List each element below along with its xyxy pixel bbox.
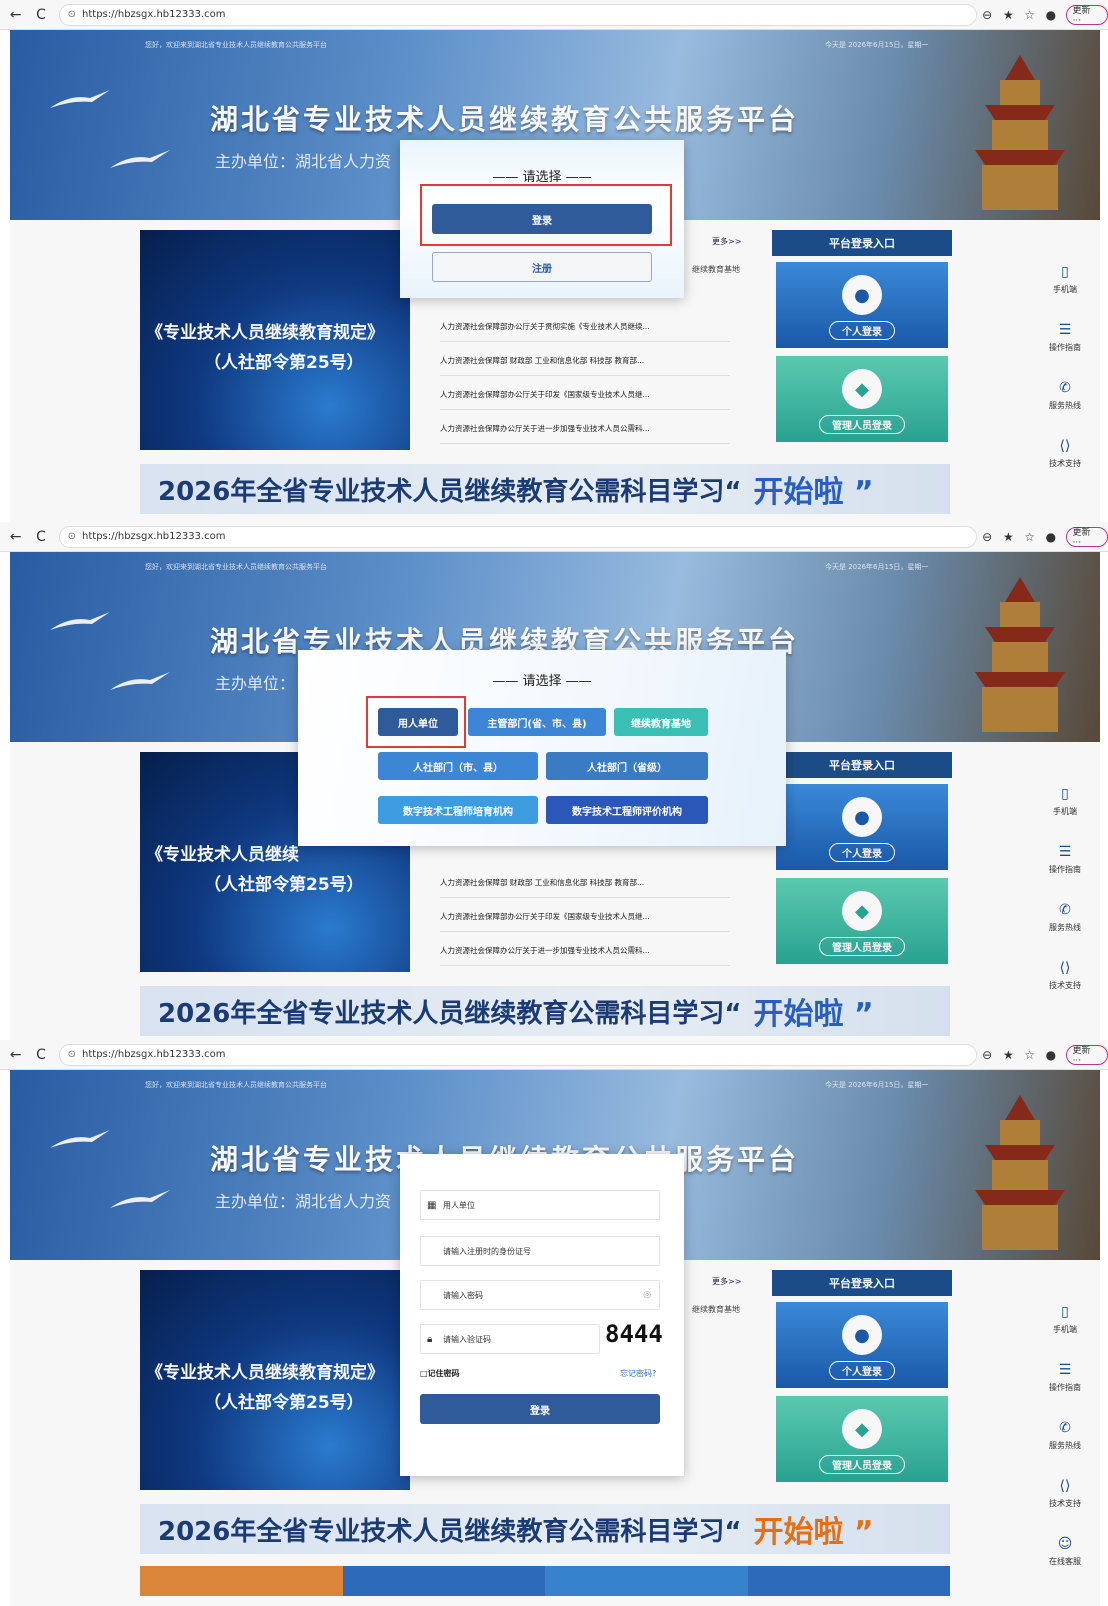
password-input[interactable]: 请输入密码 ◎	[420, 1280, 660, 1310]
back-icon[interactable]: ←	[6, 529, 25, 545]
profile-icon[interactable]: ●	[1040, 1048, 1061, 1062]
address-bar[interactable]: ⊙ https://hbzsgx.hb12333.com	[58, 525, 977, 548]
highlight-box	[420, 184, 672, 246]
unit-type-value: 用人单位	[443, 1200, 475, 1210]
lock-icon: ⊙	[67, 1049, 77, 1060]
lock-icon: ⊙	[67, 531, 77, 542]
back-icon[interactable]: ←	[6, 7, 25, 23]
profile-icon[interactable]: ●	[1040, 530, 1061, 544]
url-text: https://hbzsgx.hb12333.com	[82, 531, 226, 542]
grid-icon: ▦	[427, 1199, 437, 1211]
captcha-placeholder: 请输入验证码	[443, 1334, 491, 1344]
url-text: https://hbzsgx.hb12333.com	[82, 1049, 226, 1060]
address-bar[interactable]: ⊙ https://hbzsgx.hb12333.com	[58, 3, 977, 26]
reload-icon[interactable]: C	[31, 1047, 50, 1063]
screenshot-step-2: ← C ⊙ https://hbzsgx.hb12333.com ⊖ ★ ☆ ●…	[0, 522, 1108, 1040]
remember-password-checkbox[interactable]: □记住密码	[420, 1368, 460, 1379]
supervisor-dept-button[interactable]: 主管部门(省、市、县)	[468, 708, 606, 736]
modal-title: —— 请选择 ——	[492, 674, 592, 689]
lock-icon: ⊙	[67, 9, 77, 20]
modal-title: —— 请选择 ——	[492, 170, 592, 185]
captcha-input[interactable]: 🔒︎ 请输入验证码	[420, 1324, 600, 1354]
unit-type-field[interactable]: ▦ 用人单位	[420, 1190, 660, 1220]
zoom-icon[interactable]: ⊖	[977, 8, 998, 22]
update-button[interactable]: 更新 ···	[1065, 1044, 1108, 1066]
browser-toolbar: ← C ⊙ https://hbzsgx.hb12333.com ⊖ ★ ☆ ●…	[0, 1040, 1108, 1070]
update-button[interactable]: 更新 ···	[1065, 526, 1108, 548]
education-base-button[interactable]: 继续教育基地	[614, 708, 708, 736]
browser-toolbar: ← C ⊙ https://hbzsgx.hb12333.com ⊖ ★ ☆ ●…	[0, 0, 1108, 30]
back-icon[interactable]: ←	[6, 1047, 25, 1063]
favorites-icon[interactable]: ☆	[1019, 8, 1040, 22]
lock-icon: 🔒︎	[427, 1333, 433, 1345]
zoom-icon[interactable]: ⊖	[977, 530, 998, 544]
highlight-box	[366, 696, 466, 748]
zoom-icon[interactable]: ⊖	[977, 1048, 998, 1062]
login-form-modal: ▦ 用人单位 请输入注册时的身份证号 请输入密码 ◎ 🔒︎ 请输入验证码 844…	[400, 1154, 684, 1476]
favorites-icon[interactable]: ☆	[1019, 530, 1040, 544]
hr-city-button[interactable]: 人社部门（市、县）	[378, 752, 538, 780]
reload-icon[interactable]: C	[31, 529, 50, 545]
url-text: https://hbzsgx.hb12333.com	[82, 9, 226, 20]
favorites-icon[interactable]: ☆	[1019, 1048, 1040, 1062]
password-placeholder: 请输入密码	[443, 1290, 483, 1300]
update-button[interactable]: 更新 ···	[1065, 4, 1108, 26]
id-number-input[interactable]: 请输入注册时的身份证号	[420, 1236, 660, 1266]
profile-icon[interactable]: ●	[1040, 8, 1061, 22]
reload-icon[interactable]: C	[31, 7, 50, 23]
submit-login-button[interactable]: 登录	[420, 1394, 660, 1424]
digital-training-org-button[interactable]: 数字技术工程师培育机构	[378, 796, 538, 824]
star-icon[interactable]: ★	[998, 1048, 1019, 1062]
role-select-modal: —— 请选择 —— 用人单位 主管部门(省、市、县) 继续教育基地 人社部门（市…	[298, 650, 786, 846]
eye-icon[interactable]: ◎	[643, 1290, 651, 1300]
browser-toolbar: ← C ⊙ https://hbzsgx.hb12333.com ⊖ ★ ☆ ●…	[0, 522, 1108, 552]
screenshot-step-1: ← C ⊙ https://hbzsgx.hb12333.com ⊖ ★ ☆ ●…	[0, 0, 1108, 522]
captcha-image[interactable]: 8444	[605, 1320, 663, 1348]
address-bar[interactable]: ⊙ https://hbzsgx.hb12333.com	[58, 1043, 977, 1066]
hr-province-button[interactable]: 人社部门（省级）	[546, 752, 708, 780]
forgot-password-link[interactable]: 忘记密码?	[620, 1368, 656, 1379]
register-button[interactable]: 注册	[432, 252, 652, 282]
star-icon[interactable]: ★	[998, 8, 1019, 22]
id-number-placeholder: 请输入注册时的身份证号	[443, 1246, 531, 1256]
screenshot-step-3: ← C ⊙ https://hbzsgx.hb12333.com ⊖ ★ ☆ ●…	[0, 1040, 1108, 1606]
digital-evaluation-org-button[interactable]: 数字技术工程师评价机构	[546, 796, 708, 824]
star-icon[interactable]: ★	[998, 530, 1019, 544]
